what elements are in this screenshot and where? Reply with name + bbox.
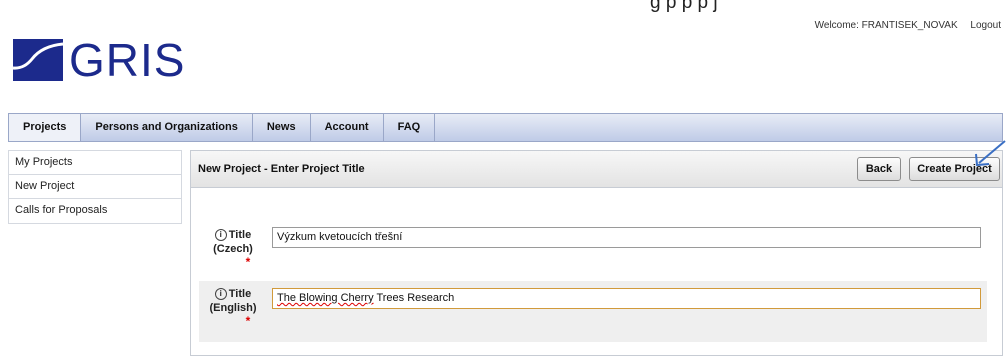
nav-account[interactable]: Account: [311, 114, 384, 141]
nav-projects[interactable]: Projects: [9, 114, 82, 141]
nav-faq[interactable]: FAQ: [384, 114, 436, 141]
required-mark: *: [245, 255, 251, 269]
title-czech-label: i Title (Czech) *: [205, 228, 261, 269]
logout-link[interactable]: Logout: [970, 20, 1001, 31]
new-project-panel: New Project - Enter Project Title Back C…: [190, 150, 1003, 356]
sidebar-item-new-project[interactable]: New Project: [9, 175, 181, 199]
title-czech-input[interactable]: Výzkum kvetoucích třešní: [272, 227, 981, 248]
title-czech-label-lang: (Czech): [213, 243, 253, 255]
title-czech-label-text: Title: [228, 229, 252, 241]
welcome-text: Welcome: FRANTISEK_NOVAK: [814, 20, 958, 31]
main-nav: Projects Persons and Organizations News …: [8, 113, 1003, 142]
annotation-arrow-icon: [975, 140, 1006, 167]
back-button[interactable]: Back: [857, 157, 901, 181]
top-annotation-text: g p p p j: [650, 0, 718, 13]
logo-mark-icon: [13, 39, 63, 81]
sidebar: My Projects New Project Calls for Propos…: [8, 150, 182, 224]
title-english-value-rest: Trees Research: [373, 292, 455, 304]
sidebar-item-calls-for-proposals[interactable]: Calls for Proposals: [9, 199, 181, 223]
gris-logo: GRIS: [13, 34, 186, 86]
title-english-input[interactable]: The Blowing Cherry Trees Research: [272, 288, 981, 309]
title-english-row: i Title (English) * The Blowing Cherry Tr…: [199, 281, 987, 342]
welcome-bar: Welcome: FRANTISEK_NOVAK Logout: [815, 20, 1001, 31]
title-english-label: i Title (English) *: [205, 287, 261, 328]
required-mark: *: [245, 314, 251, 328]
nav-news[interactable]: News: [253, 114, 311, 141]
panel-title: New Project - Enter Project Title: [198, 163, 365, 175]
title-english-value-misspelled: The Blowing Cherry: [277, 292, 374, 304]
nav-persons-organizations[interactable]: Persons and Organizations: [81, 114, 253, 141]
title-english-label-text: Title: [228, 288, 252, 300]
info-icon[interactable]: i: [214, 288, 227, 301]
sidebar-item-my-projects[interactable]: My Projects: [9, 151, 181, 175]
info-icon[interactable]: i: [214, 229, 227, 242]
logo-text: GRIS: [69, 34, 186, 86]
title-english-label-lang: (English): [209, 302, 257, 314]
panel-header: New Project - Enter Project Title Back C…: [191, 151, 1002, 188]
title-czech-row: i Title (Czech) * Výzkum kvetoucích třešn…: [199, 222, 987, 274]
